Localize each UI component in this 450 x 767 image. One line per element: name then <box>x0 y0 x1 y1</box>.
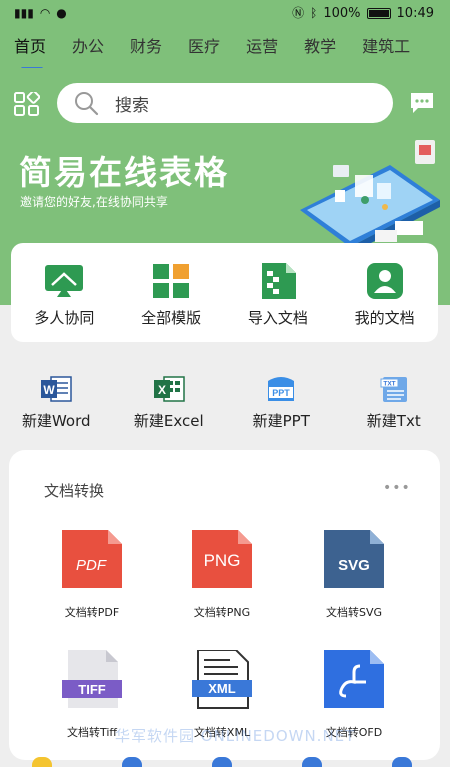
battery-icon <box>366 7 391 19</box>
new-word-button[interactable]: W 新建Word <box>1 375 111 437</box>
svg-text:TXT: TXT <box>383 381 395 388</box>
ppt-icon: PPT <box>268 377 295 401</box>
convert-tiff-label: 文档转Tiff <box>66 726 117 739</box>
tab-operations[interactable]: 运营 <box>232 32 290 68</box>
import-doc-icon <box>261 263 296 299</box>
xml-badge: XML <box>208 681 236 696</box>
tab-office[interactable]: 办公 <box>58 32 116 68</box>
convert-pdf-label: 文档转PDF <box>64 606 120 619</box>
tiff-file-icon: TIFF <box>62 650 122 708</box>
new-document-row: W 新建Word X 新建Excel PPT 新建PPT TXT 新建Txt <box>0 375 450 437</box>
svg-file-icon: SVG <box>324 530 384 588</box>
nav-icon-5 <box>392 757 412 767</box>
battery-percent: 100% <box>323 5 361 21</box>
message-icon[interactable] <box>409 92 435 114</box>
new-txt-label: 新建Txt <box>366 412 421 430</box>
convert-pdf-button[interactable]: PDF 文档转PDF <box>37 530 147 620</box>
collaborate-button[interactable]: 多人协同 <box>16 263 112 328</box>
pdf-file-icon: PDF <box>62 530 122 588</box>
sun-icon <box>32 757 52 767</box>
svg-text:PPT: PPT <box>272 388 290 398</box>
new-txt-button[interactable]: TXT 新建Txt <box>339 375 449 437</box>
new-ppt-button[interactable]: PPT 新建PPT <box>226 375 336 437</box>
status-right: Ⓝ ᛒ 100% 10:49 <box>292 6 434 21</box>
quick-actions-card: 多人协同 全部模版 导入文档 我的文档 <box>11 243 438 342</box>
user-doc-icon <box>366 263 403 299</box>
my-docs-button[interactable]: 我的文档 <box>337 263 433 328</box>
hero-title: 简易在线表格 <box>19 153 229 192</box>
nfc-icon: Ⓝ <box>292 6 305 20</box>
nav-icon-4 <box>302 757 322 767</box>
bluetooth-icon: ᛒ <box>310 6 318 20</box>
convert-svg-button[interactable]: SVG 文档转SVG <box>299 530 409 620</box>
notification-icon: ● <box>56 6 67 20</box>
clock: 10:49 <box>396 5 434 21</box>
signal-icon: ▮▮▮ <box>14 6 34 20</box>
png-badge: PNG <box>204 551 241 570</box>
svg-badge: SVG <box>338 557 370 574</box>
tab-medical[interactable]: 医疗 <box>174 32 232 68</box>
category-tabs: 首页 办公 财务 医疗 运营 教学 建筑工 <box>0 32 450 68</box>
bottom-nav-peek <box>0 752 450 767</box>
word-icon: W <box>41 376 72 402</box>
svg-text:X: X <box>158 383 166 397</box>
import-doc-label: 导入文档 <box>247 309 308 327</box>
svg-text:W: W <box>44 383 56 397</box>
all-templates-label: 全部模版 <box>141 309 202 327</box>
tab-finance[interactable]: 财务 <box>116 32 174 68</box>
new-excel-button[interactable]: X 新建Excel <box>114 375 224 437</box>
search-icon <box>75 92 99 116</box>
import-doc-button[interactable]: 导入文档 <box>230 263 326 328</box>
nav-icon-2 <box>122 757 142 767</box>
grid-template-icon <box>153 264 190 298</box>
monitor-icon <box>45 265 84 297</box>
png-file-icon: PNG <box>192 530 252 588</box>
ofd-file-icon <box>324 650 384 708</box>
tiff-badge: TIFF <box>78 682 105 697</box>
all-templates-button[interactable]: 全部模版 <box>123 263 219 328</box>
txt-icon: TXT <box>380 377 407 402</box>
new-ppt-label: 新建PPT <box>252 412 310 430</box>
search-placeholder: 搜索 <box>115 95 149 116</box>
conversion-card: 文档转换 ••• PDF 文档转PDF PNG 文档转PNG SVG 文档转SV… <box>9 450 440 760</box>
conversion-title: 文档转换 <box>44 482 105 500</box>
status-left: ▮▮▮ ◠ ● <box>14 7 67 19</box>
my-docs-label: 我的文档 <box>354 309 415 327</box>
status-bar: ▮▮▮ ◠ ● Ⓝ ᛒ 100% 10:49 <box>0 0 450 26</box>
tab-home[interactable]: 首页 <box>0 32 58 68</box>
app-grid-icon[interactable] <box>14 92 40 116</box>
hero-illustration <box>300 140 440 254</box>
wifi-icon: ◠ <box>39 6 51 20</box>
new-excel-label: 新建Excel <box>133 412 204 430</box>
more-options-icon[interactable]: ••• <box>383 480 411 496</box>
collaborate-label: 多人协同 <box>34 309 95 327</box>
search-bar[interactable]: 搜索 <box>57 83 393 123</box>
excel-icon: X <box>153 376 185 402</box>
pdf-badge: PDF <box>76 557 107 574</box>
nav-icon-3 <box>212 757 232 767</box>
new-word-label: 新建Word <box>21 412 91 430</box>
convert-png-button[interactable]: PNG 文档转PNG <box>167 530 277 620</box>
hero-subtitle: 邀请您的好友,在线协同共享 <box>20 195 168 209</box>
convert-png-label: 文档转PNG <box>193 606 251 619</box>
convert-svg-label: 文档转SVG <box>325 606 383 619</box>
tab-construction[interactable]: 建筑工 <box>348 32 422 68</box>
watermark: 华军软件园 ONLINEDOWN.NET <box>115 727 356 745</box>
tab-teaching[interactable]: 教学 <box>290 32 348 68</box>
xml-file-icon: XML <box>192 650 252 709</box>
